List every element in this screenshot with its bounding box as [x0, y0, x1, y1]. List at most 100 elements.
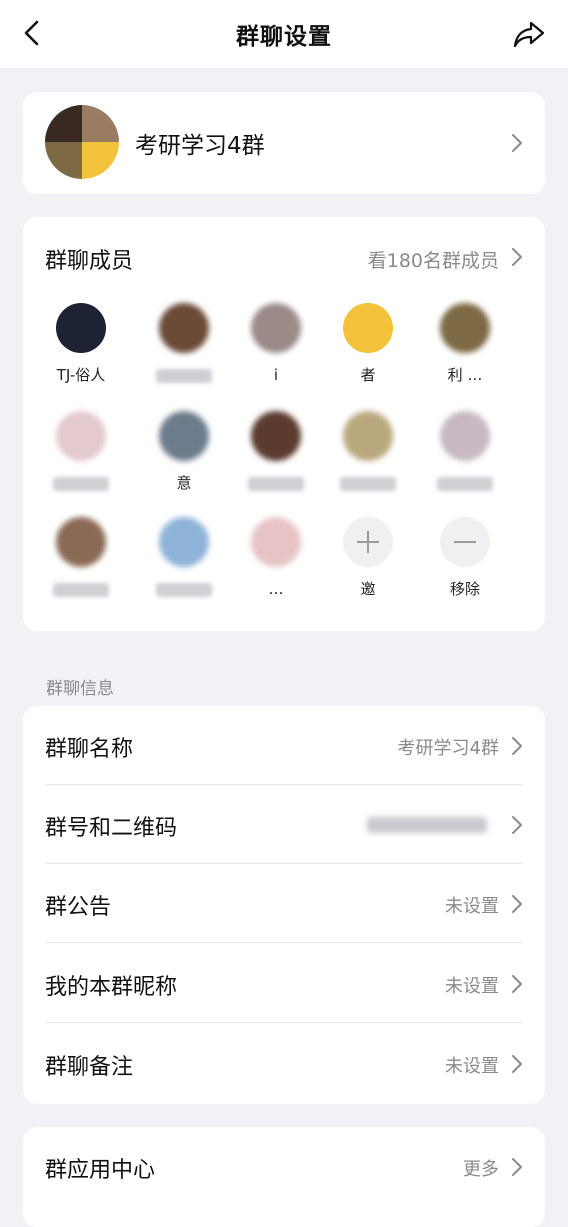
- row-group-remark[interactable]: 群聊备注 未设置: [23, 1024, 545, 1103]
- plus-icon: [343, 517, 393, 567]
- member-item[interactable]: [417, 411, 513, 493]
- member-name-text: TJ-俗人: [56, 366, 106, 384]
- member-item[interactable]: i: [228, 303, 324, 385]
- member-name-text: 邀: [360, 580, 376, 598]
- member-avatar: [56, 303, 106, 353]
- divider: [45, 942, 523, 943]
- row-label: 群公告: [45, 895, 112, 920]
- remove-member-button[interactable]: 移除: [417, 517, 513, 599]
- redacted-group-id: [367, 817, 487, 833]
- member-name: 利 …: [417, 365, 513, 385]
- member-name-text: 利 …: [447, 366, 483, 384]
- member-item[interactable]: [136, 517, 232, 599]
- member-item[interactable]: 意: [136, 411, 232, 493]
- member-avatar: [159, 303, 209, 353]
- chevron-right-icon: [512, 816, 522, 834]
- row-announcement[interactable]: 群公告 未设置: [23, 864, 545, 943]
- member-name: [33, 579, 129, 599]
- row-group-name[interactable]: 群聊名称 考研学习4群: [23, 706, 545, 785]
- member-name: 移除: [417, 579, 513, 599]
- redacted-name: [437, 476, 493, 491]
- row-label: 群聊名称: [45, 737, 134, 762]
- section-label-info: 群聊信息: [46, 679, 114, 699]
- divider: [45, 1022, 523, 1023]
- members-title: 群聊成员: [45, 249, 134, 274]
- chevron-right-icon[interactable]: [511, 247, 523, 267]
- member-avatar: [251, 411, 301, 461]
- group-info-card: 群聊名称 考研学习4群 群号和二维码 群公告 未设置 我的本群昵称 未设置 群聊…: [23, 706, 545, 1104]
- redacted-name: [340, 476, 396, 491]
- member-avatar: [440, 411, 490, 461]
- member-name: [136, 365, 232, 385]
- member-item[interactable]: 者: [320, 303, 416, 385]
- row-label: 我的本群昵称: [45, 975, 178, 1000]
- group-apps-card[interactable]: 群应用中心 更多: [23, 1127, 545, 1227]
- group-name: 考研学习4群: [135, 133, 265, 159]
- members-card: 群聊成员 看180名群成员 TJ-俗人 i 者 利 … 意 … 邀 移除: [23, 217, 545, 631]
- row-value: 未设置: [445, 896, 499, 917]
- member-name-text: …: [268, 580, 284, 598]
- row-label: 群应用中心: [45, 1158, 156, 1183]
- member-avatar: [440, 303, 490, 353]
- row-value: 未设置: [445, 976, 499, 997]
- member-item[interactable]: TJ-俗人: [33, 303, 129, 385]
- row-value: 考研学习4群: [397, 738, 499, 759]
- invite-member-button[interactable]: 邀: [320, 517, 416, 599]
- member-avatar: [159, 517, 209, 567]
- member-name: TJ-俗人: [33, 365, 129, 385]
- chevron-right-icon: [512, 737, 522, 755]
- chevron-right-icon: [512, 1055, 522, 1073]
- chevron-right-icon: [512, 1158, 522, 1176]
- member-item[interactable]: [33, 411, 129, 493]
- members-count-link[interactable]: 看180名群成员: [368, 246, 499, 273]
- minus-icon: [440, 517, 490, 567]
- member-item[interactable]: [228, 411, 324, 493]
- page-title: 群聊设置: [236, 24, 332, 50]
- member-avatar: [251, 303, 301, 353]
- member-name: [417, 473, 513, 493]
- row-label: 群聊备注: [45, 1055, 134, 1080]
- member-name: [33, 473, 129, 493]
- row-value: 未设置: [445, 1056, 499, 1077]
- row-my-nickname[interactable]: 我的本群昵称 未设置: [23, 944, 545, 1023]
- member-avatar: [343, 411, 393, 461]
- redacted-name: [53, 476, 109, 491]
- group-avatar: [45, 105, 119, 179]
- top-bar: 群聊设置: [0, 0, 568, 68]
- row-group-id-qrcode[interactable]: 群号和二维码: [23, 785, 545, 864]
- redacted-name: [248, 476, 304, 491]
- member-name: [320, 473, 416, 493]
- redacted-name: [156, 368, 212, 383]
- chevron-right-icon: [512, 975, 522, 993]
- member-item[interactable]: 利 …: [417, 303, 513, 385]
- member-name: [228, 473, 324, 493]
- member-name-text: i: [273, 366, 279, 384]
- chevron-right-icon: [512, 895, 522, 913]
- member-avatar: [56, 517, 106, 567]
- member-name: [136, 579, 232, 599]
- row-label: 群号和二维码: [45, 816, 178, 841]
- member-name-text: 移除: [449, 580, 480, 598]
- redacted-name: [156, 582, 212, 597]
- member-avatar: [343, 303, 393, 353]
- member-item[interactable]: [33, 517, 129, 599]
- member-avatar: [251, 517, 301, 567]
- member-item[interactable]: [136, 303, 232, 385]
- member-name: i: [228, 365, 324, 385]
- member-name-text: 者: [360, 366, 376, 384]
- member-item[interactable]: …: [228, 517, 324, 599]
- chevron-right-icon: [512, 134, 522, 152]
- row-value: 更多: [463, 1159, 499, 1180]
- member-name-text: 意: [176, 474, 192, 492]
- member-item[interactable]: [320, 411, 416, 493]
- redacted-name: [53, 582, 109, 597]
- group-header-card[interactable]: 考研学习4群: [23, 92, 545, 194]
- member-avatar: [56, 411, 106, 461]
- row-group-apps[interactable]: 群应用中心 更多: [23, 1127, 545, 1206]
- back-arrow-icon[interactable]: [18, 18, 48, 48]
- member-name: 邀: [320, 579, 416, 599]
- member-name: …: [228, 579, 324, 599]
- member-avatar: [159, 411, 209, 461]
- share-icon[interactable]: [512, 17, 546, 51]
- member-name: 者: [320, 365, 416, 385]
